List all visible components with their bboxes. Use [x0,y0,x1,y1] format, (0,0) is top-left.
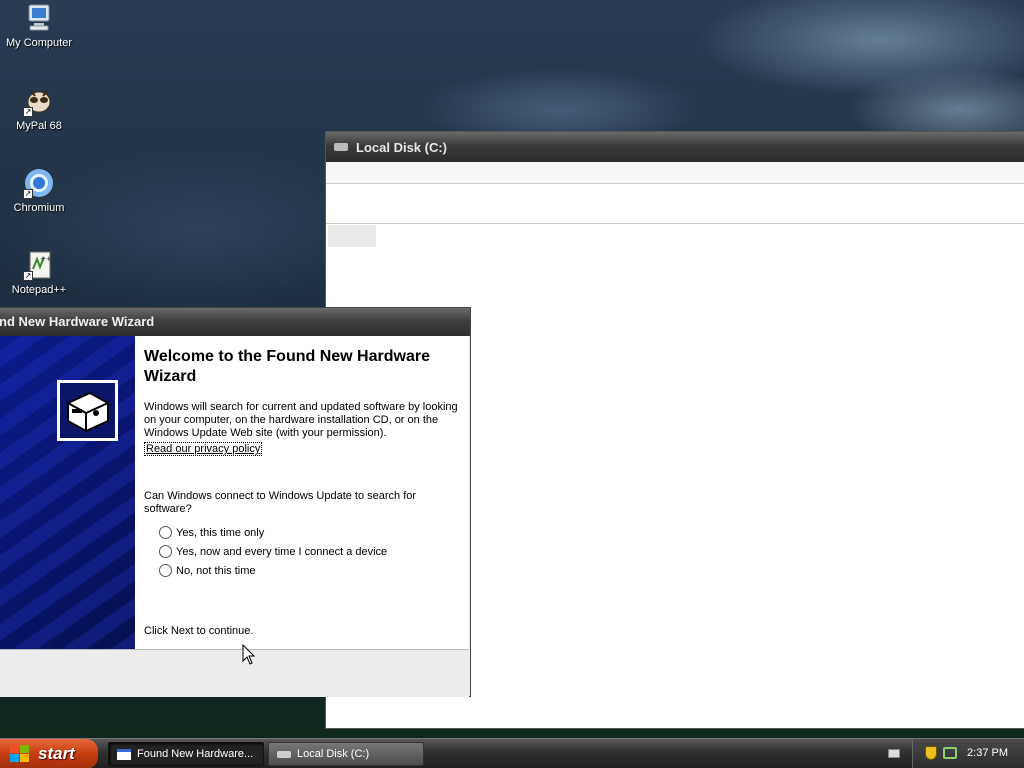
desktop-icon-chromium[interactable]: ↗ Chromium [0,167,78,214]
update-question: Can Windows connect to Windows Update to… [144,490,417,515]
wizard-title: nd New Hardware Wizard [0,314,155,329]
option-no-not-this-time[interactable]: No, not this time [159,564,255,577]
desktop-icon-notepadpp[interactable]: ++ ↗ Notepad++ [0,249,78,296]
explorer-side-panel [328,225,376,247]
system-tray: 2:37 PM [912,739,1024,768]
desktop-icon-label: MyPal 68 [16,120,62,132]
option-label: No, not this time [176,564,256,577]
explorer-menubar[interactable] [326,162,1024,184]
windows-flag-icon [10,745,30,763]
wizard-button-bar [0,649,469,697]
window-icon [117,748,131,760]
taskbar-item-wizard[interactable]: Found New Hardware... [108,742,264,766]
hardware-wizard-window[interactable]: nd New Hardware Wizard Welcome to the Fo… [0,307,471,697]
option-yes-every-time[interactable]: Yes, now and every time I connect a devi… [159,545,387,558]
shortcut-arrow-icon: ↗ [23,271,33,281]
shortcut-arrow-icon: ↗ [23,189,33,199]
desktop-icon-my-computer[interactable]: My Computer [0,2,78,49]
mouse-cursor-icon [242,644,256,665]
taskbar-item-local-disk[interactable]: Local Disk (C:) [268,742,424,766]
shortcut-arrow-icon: ↗ [23,107,33,117]
wizard-heading: Welcome to the Found New Hardware Wizard [144,348,430,385]
svg-text:++: ++ [40,255,52,263]
security-shield-icon[interactable] [925,746,937,760]
wizard-titlebar[interactable]: nd New Hardware Wizard [0,308,470,336]
explorer-toolbar[interactable] [326,184,1024,224]
notepadpp-icon: ++ ↗ [23,249,55,281]
radio-button[interactable] [159,526,172,539]
mypal-icon: ↗ [23,85,55,117]
wizard-content: Welcome to the Found New Hardware Wizard… [135,336,469,649]
network-icon[interactable] [943,747,957,759]
chromium-icon: ↗ [23,167,55,199]
radio-button[interactable] [159,545,172,558]
privacy-policy-link[interactable]: Read our privacy policy [144,442,263,456]
desktop-icon-mypal[interactable]: ↗ MyPal 68 [0,85,78,132]
wizard-side-banner [0,336,135,649]
start-label: start [38,744,75,763]
keyboard-icon[interactable] [888,749,900,758]
hardware-icon [57,380,118,441]
explorer-titlebar[interactable]: Local Disk (C:) [326,132,1024,162]
option-label: Yes, this time only [176,526,265,539]
desktop-icon-label: My Computer [5,37,73,49]
explorer-title: Local Disk (C:) [356,139,448,155]
click-next-instruction: Click Next to continue. [144,625,254,637]
drive-icon [277,750,291,758]
taskbar-item-label: Local Disk (C:) [297,748,370,760]
option-label: Yes, now and every time I connect a devi… [176,545,388,558]
desktop-icon-label: Chromium [13,202,65,214]
wizard-description: Windows will search for current and upda… [144,401,458,439]
radio-button[interactable] [159,564,172,577]
clock[interactable]: 2:37 PM [967,747,1008,759]
desktop-icon-label: Notepad++ [11,284,67,296]
taskbar: start Found New Hardware... Local Disk (… [0,738,1024,768]
my-computer-icon [23,2,55,34]
option-yes-this-time[interactable]: Yes, this time only [159,526,264,539]
taskbar-item-label: Found New Hardware... [137,748,254,760]
start-button[interactable]: start [0,739,98,768]
drive-icon [334,143,348,151]
